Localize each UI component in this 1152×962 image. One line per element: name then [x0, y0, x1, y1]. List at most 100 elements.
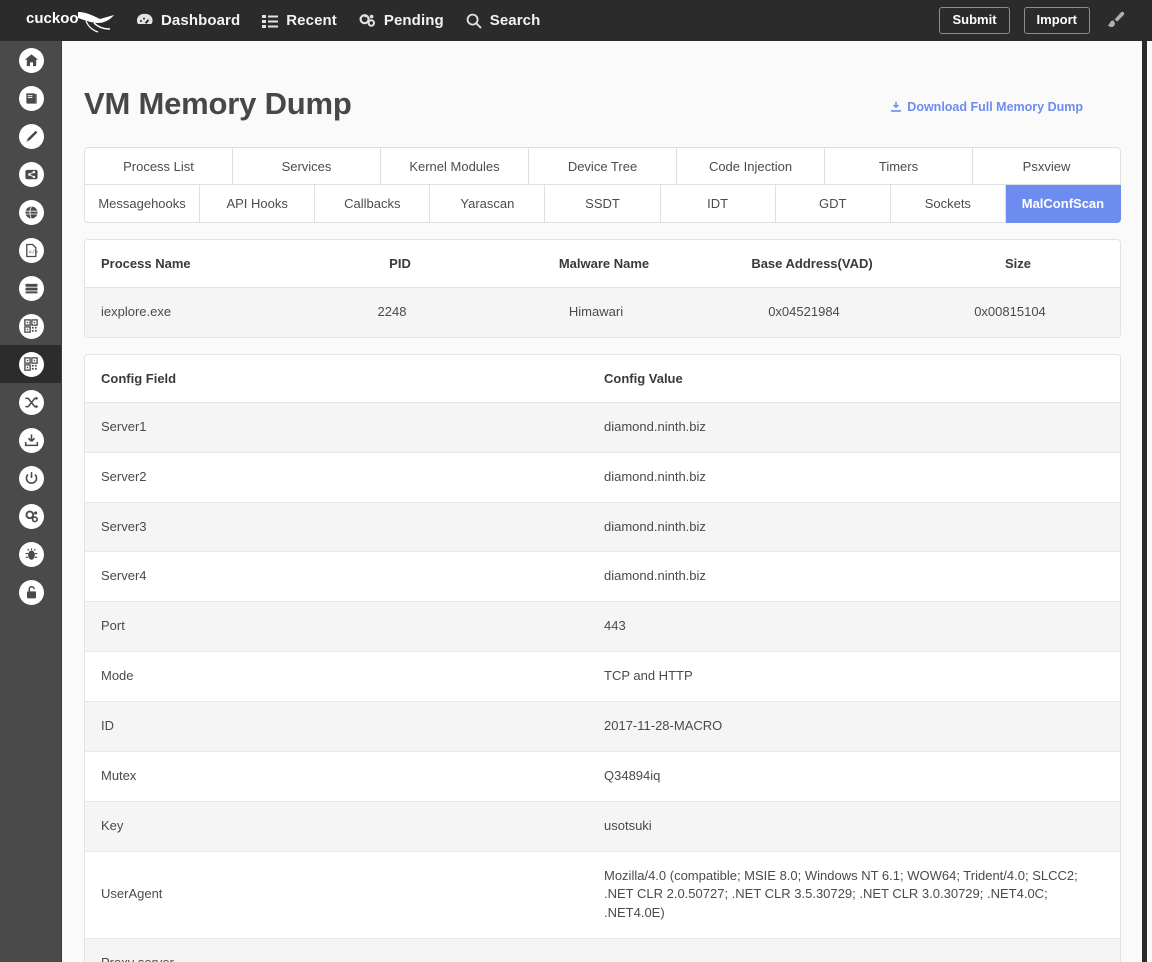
tab-device-tree[interactable]: Device Tree: [529, 147, 677, 186]
sidebar-item-file-code[interactable]: </>: [0, 231, 61, 269]
tab-services[interactable]: Services: [233, 147, 381, 186]
config-table: Config Field Config Value Server1 diamond…: [85, 354, 1120, 962]
cell-pid: 2248: [300, 287, 500, 337]
cogs-icon: [18, 503, 44, 529]
table-row: Server1 diamond.ninth.biz: [85, 402, 1120, 453]
home-icon: [18, 47, 44, 73]
submit-button[interactable]: Submit: [939, 6, 1010, 35]
tab-timers[interactable]: Timers: [825, 147, 973, 186]
cell-config-field: UserAgent: [85, 851, 604, 940]
column-header-process-name: Process Name: [85, 240, 300, 289]
import-button[interactable]: Import: [1023, 6, 1090, 35]
right-rail: [1142, 41, 1147, 962]
left-sidebar: </>: [0, 41, 62, 962]
tab-idt[interactable]: IDT: [660, 185, 776, 224]
cell-config-value: 2017-11-28-MACRO: [604, 701, 1120, 752]
tab-code-injection[interactable]: Code Injection: [677, 147, 825, 186]
cell-config-field: Key: [85, 801, 604, 852]
sidebar-item-settings[interactable]: [0, 497, 61, 535]
file-code-icon: </>: [18, 237, 44, 263]
config-table-body: Server1 diamond.ninth.biz Server2 diamond.n…: [85, 402, 1120, 962]
cuckoo-logo[interactable]: cuckoo: [0, 0, 118, 41]
sidebar-item-shuffle[interactable]: [0, 383, 61, 421]
cell-config-field: Mode: [85, 651, 604, 702]
table-row: Port 443: [85, 601, 1120, 653]
tab-row-1: Process List Services Kernel Modules Dev…: [84, 147, 1121, 186]
tab-api-hooks[interactable]: API Hooks: [200, 185, 316, 224]
tab-process-list[interactable]: Process List: [84, 147, 233, 186]
column-header-size: Size: [916, 240, 1120, 289]
cell-config-value: Mozilla/4.0 (compatible; MSIE 8.0; Windo…: [604, 851, 1120, 940]
paint-brush-icon[interactable]: [1104, 10, 1126, 30]
cell-config-value: diamond.ninth.biz: [604, 402, 1120, 453]
unlock-icon: [18, 579, 44, 605]
download-full-memory-dump-link[interactable]: Download Full Memory Dump: [890, 100, 1083, 114]
table-row: iexplore.exe 2248 Himawari 0x04521984 0x…: [85, 287, 1120, 337]
page-title: VM Memory Dump: [84, 86, 352, 121]
nav-link-label: Dashboard: [161, 12, 241, 29]
tab-yarascan[interactable]: Yarascan: [430, 185, 546, 224]
dashboard-icon: [136, 13, 153, 28]
tab-ssdt[interactable]: SSDT: [545, 185, 661, 224]
download-link-label: Download Full Memory Dump: [907, 100, 1083, 115]
sidebar-item-unlock[interactable]: [0, 573, 61, 611]
tab-callbacks[interactable]: Callbacks: [315, 185, 431, 224]
server-icon: [18, 275, 44, 301]
sidebar-item-globe[interactable]: [0, 193, 61, 231]
tab-gdt[interactable]: GDT: [775, 185, 891, 224]
cell-config-field: Port: [85, 601, 604, 653]
sidebar-item-reports[interactable]: [0, 79, 61, 117]
tab-kernel-modules[interactable]: Kernel Modules: [381, 147, 529, 186]
book-icon: [18, 85, 44, 111]
share-icon: [18, 161, 44, 187]
cell-config-field: Proxy server: [85, 938, 604, 962]
sidebar-item-bug[interactable]: [0, 535, 61, 573]
download-icon: [890, 101, 902, 113]
table-row: Server3 diamond.ninth.biz: [85, 502, 1120, 553]
process-table: Process Name PID Malware Name Base Addre…: [85, 240, 1120, 337]
sidebar-item-qrcode-1[interactable]: [0, 307, 61, 345]
cell-base-address: 0x04521984: [708, 287, 916, 337]
power-icon: [18, 465, 44, 491]
nav-link-label: Pending: [383, 12, 444, 29]
list-icon: [262, 14, 279, 28]
cell-config-field: Server1: [85, 402, 604, 453]
qrcode-icon: [18, 313, 44, 339]
tab-malconfscan[interactable]: MalConfScan: [1005, 185, 1121, 224]
cell-config-value: -: [604, 938, 1120, 962]
tab-psxview[interactable]: Psxview: [973, 147, 1121, 186]
page-header: VM Memory Dump Download Full Memory Dump: [62, 41, 1147, 121]
globe-icon: [18, 199, 44, 225]
sidebar-item-server[interactable]: [0, 269, 61, 307]
table-header-row: Process Name PID Malware Name Base Addre…: [85, 240, 1120, 289]
tab-messagehooks[interactable]: Messagehooks: [84, 185, 201, 224]
cell-config-value: usotsuki: [604, 801, 1120, 852]
sidebar-item-download[interactable]: [0, 421, 61, 459]
cell-config-value: TCP and HTTP: [604, 651, 1120, 702]
sidebar-item-home[interactable]: [0, 41, 61, 79]
nav-link-pending[interactable]: Pending: [359, 13, 444, 28]
table-row: Mode TCP and HTTP: [85, 651, 1120, 702]
sidebar-item-qrcode-2[interactable]: [0, 345, 61, 383]
cell-malware-name: Himawari: [500, 287, 708, 337]
navbar-actions: Submit Import: [939, 6, 1152, 35]
cell-config-value: 443: [604, 601, 1120, 653]
table-row: UserAgent Mozilla/4.0 (compatible; MSIE 8…: [85, 851, 1120, 940]
cell-config-field: Mutex: [85, 751, 604, 802]
sidebar-item-network[interactable]: [0, 155, 61, 193]
tab-sockets[interactable]: Sockets: [890, 185, 1006, 224]
nav-link-search[interactable]: Search: [466, 13, 541, 29]
cell-config-value: diamond.ninth.biz: [604, 551, 1120, 603]
nav-link-recent[interactable]: Recent: [262, 13, 337, 28]
primary-nav: Dashboard Recent Pending Search: [136, 13, 540, 29]
cell-config-field: Server3: [85, 502, 604, 553]
sidebar-item-signatures[interactable]: [0, 117, 61, 155]
sidebar-item-power[interactable]: [0, 459, 61, 497]
table-row: Mutex Q34894iq: [85, 751, 1120, 802]
pencil-icon: [18, 123, 44, 149]
cell-config-field: ID: [85, 701, 604, 752]
analysis-tabs: Process List Services Kernel Modules Dev…: [62, 147, 1147, 224]
tab-row-2: Messagehooks API Hooks Callbacks Yarasca…: [84, 185, 1121, 224]
column-header-pid: PID: [300, 240, 500, 289]
nav-link-dashboard[interactable]: Dashboard: [136, 13, 240, 28]
